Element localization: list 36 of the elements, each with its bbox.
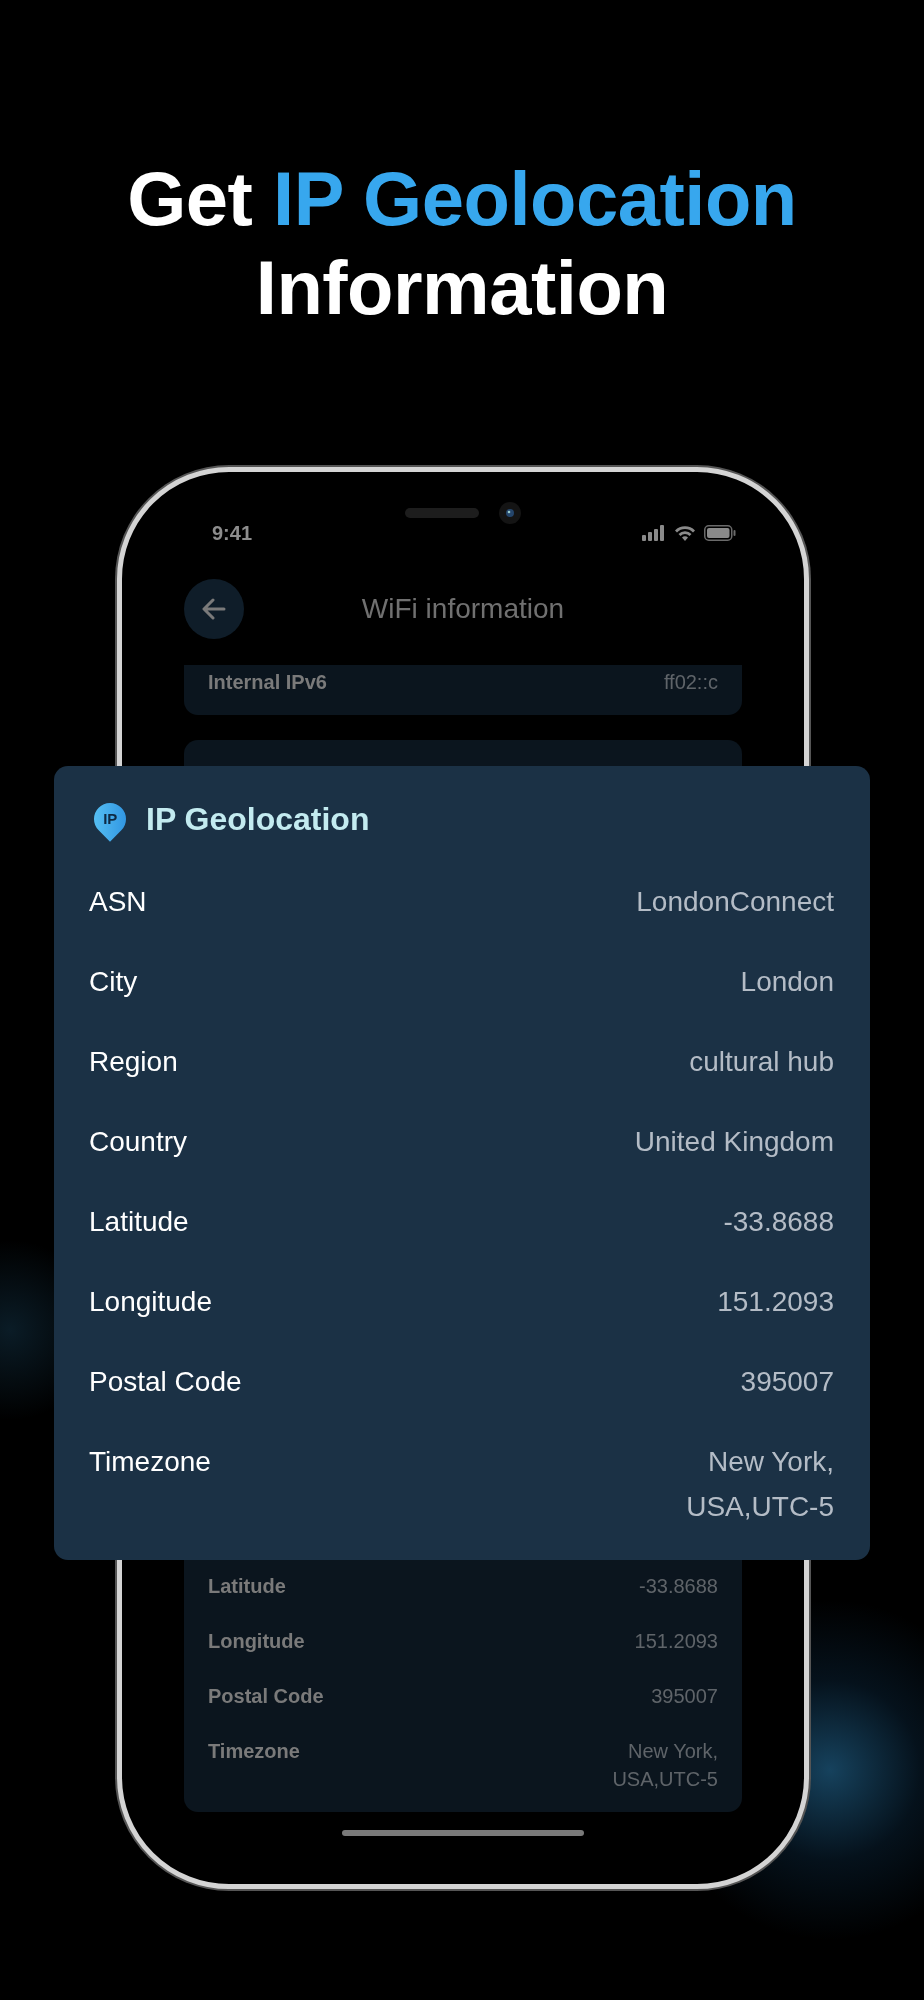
row-value: 151.2093 bbox=[634, 1629, 718, 1654]
wifi-icon bbox=[674, 525, 696, 541]
row-label: ASN bbox=[89, 885, 147, 919]
row-value: -33.8688 bbox=[723, 1205, 834, 1239]
status-time: 9:41 bbox=[212, 521, 253, 546]
row-label: Region bbox=[89, 1045, 178, 1079]
row-value: ff02::c bbox=[663, 670, 718, 695]
row-label: Latitude bbox=[89, 1205, 189, 1239]
row-label: Internal IPv6 bbox=[208, 670, 327, 695]
row-value: -33.8688 bbox=[639, 1574, 718, 1599]
camera-icon bbox=[499, 502, 521, 524]
signal-icon bbox=[642, 525, 666, 541]
row-label: Timezone bbox=[89, 1445, 211, 1479]
row-value: New York, USA,UTC-5 bbox=[686, 1445, 834, 1524]
row-label: City bbox=[89, 965, 138, 999]
row-label: Country bbox=[89, 1125, 188, 1159]
row-value: 395007 bbox=[651, 1684, 718, 1709]
row-value: 395007 bbox=[740, 1365, 834, 1399]
card-title: IP Geolocation bbox=[146, 800, 370, 839]
row-label: Longitude bbox=[89, 1285, 212, 1319]
row-value: 151.2093 bbox=[717, 1285, 834, 1319]
row-label: Timezone bbox=[208, 1739, 300, 1764]
row-value: LondonConnect bbox=[636, 885, 834, 919]
row-label: Latitude bbox=[208, 1574, 286, 1599]
row-label: Postal Code bbox=[208, 1684, 324, 1709]
row-value: cultural hub bbox=[689, 1045, 834, 1079]
row-label: Longitude bbox=[208, 1629, 305, 1654]
back-button[interactable] bbox=[184, 579, 244, 639]
screen-title: WiFi information bbox=[361, 593, 565, 624]
row-label: Postal Code bbox=[89, 1365, 242, 1399]
row-value: New York, USA,UTC-5 bbox=[612, 1739, 718, 1792]
battery-icon bbox=[704, 525, 736, 541]
headline: Get IP Geolocation Information bbox=[126, 155, 798, 332]
row-value: London bbox=[740, 965, 834, 999]
row-value: United Kingdom bbox=[634, 1125, 834, 1159]
back-arrow-icon bbox=[202, 598, 226, 620]
